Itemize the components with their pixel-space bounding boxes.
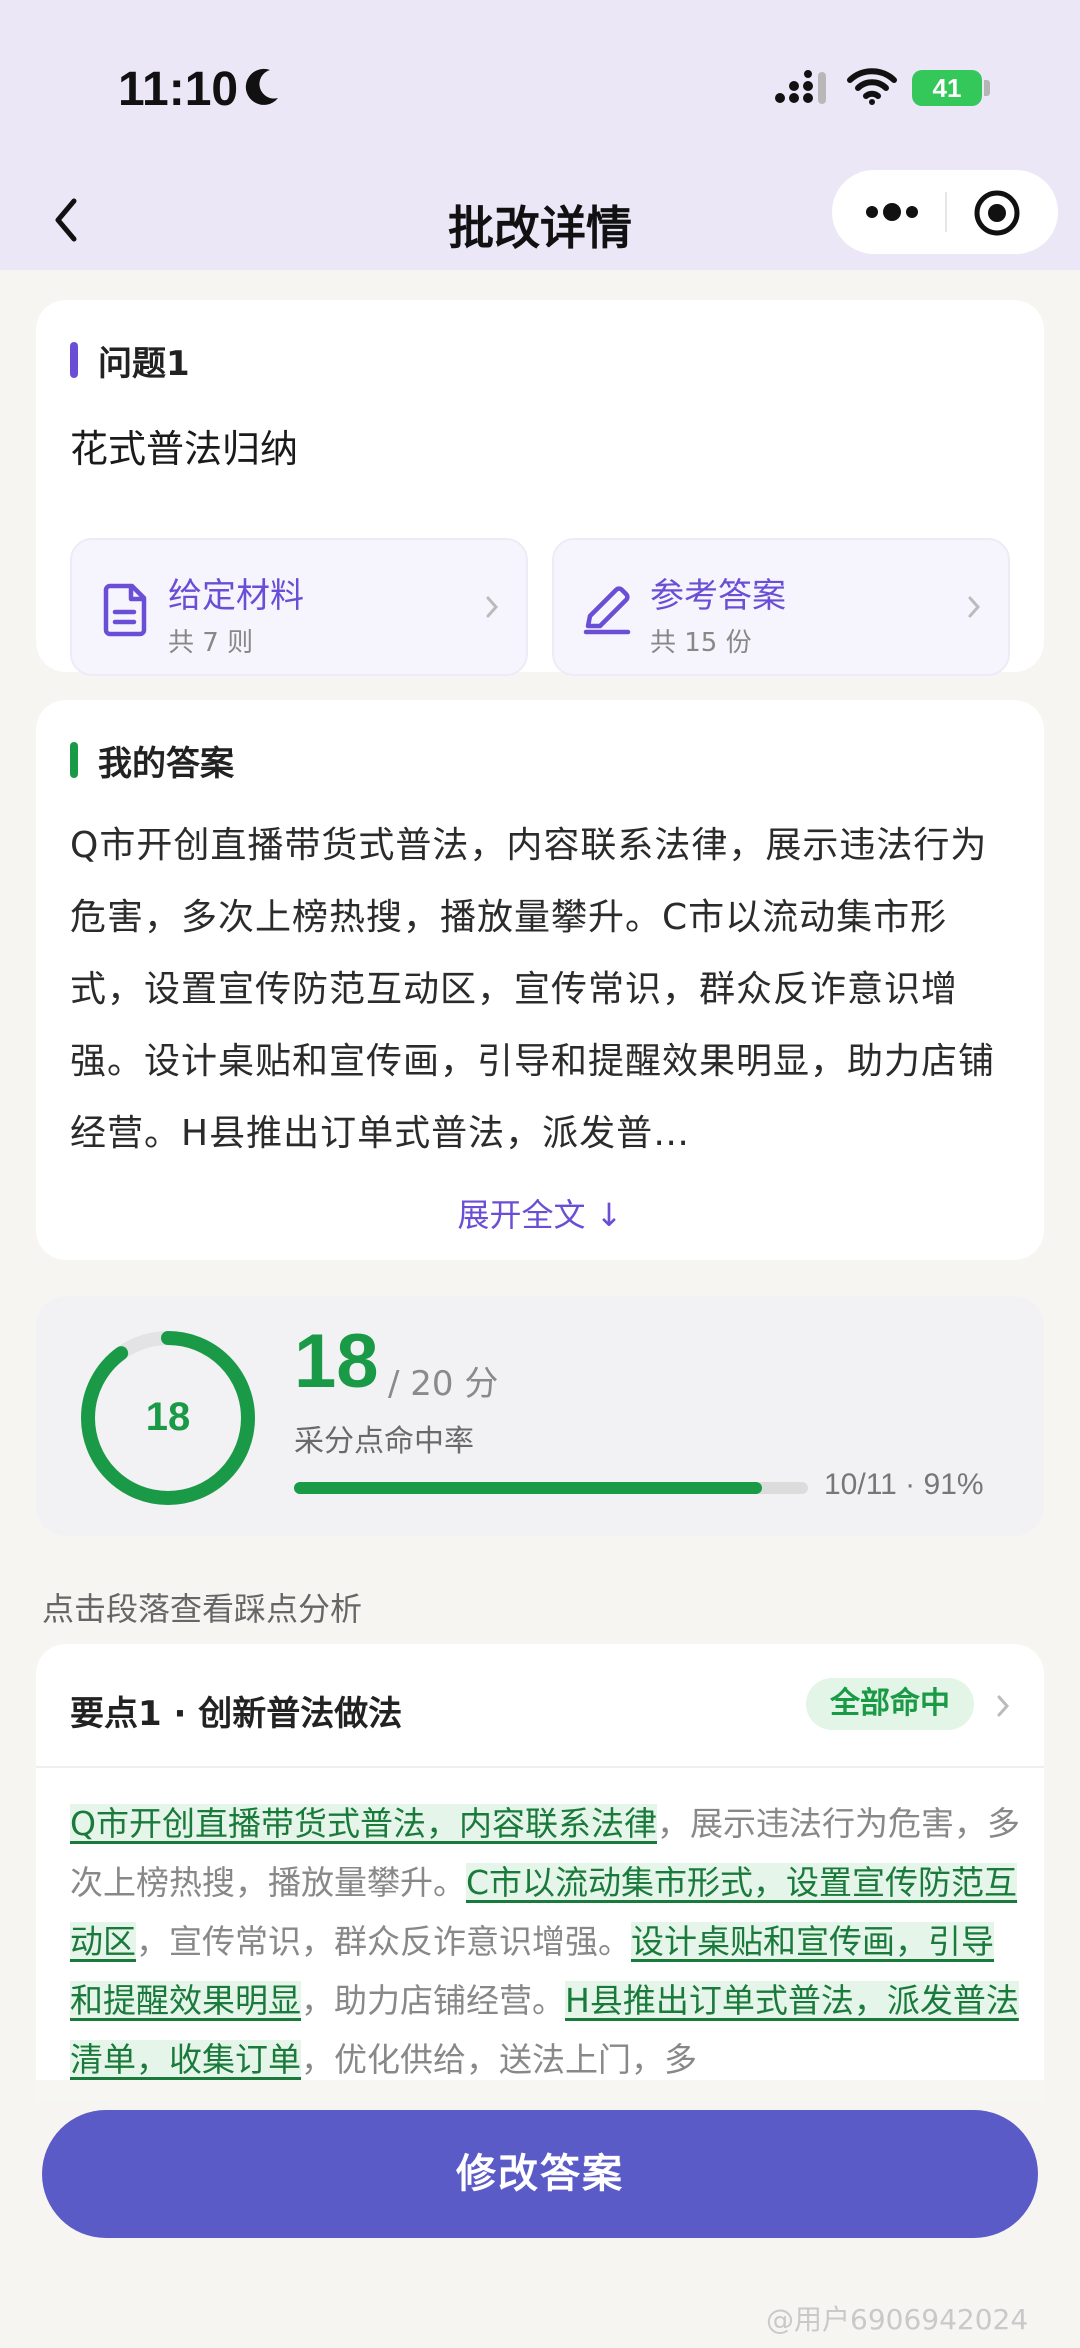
- materials-title: 给定材料: [168, 576, 304, 616]
- moon-icon: [245, 68, 278, 105]
- document-icon: [103, 583, 147, 637]
- accent-bar: [70, 742, 78, 778]
- hit-rate-progress-fill: [294, 1482, 762, 1494]
- question-text: 花式普法归纳: [70, 427, 299, 471]
- expand-full-text-link[interactable]: 展开全文 ↓: [36, 1190, 1044, 1236]
- divider: [36, 1766, 1044, 1768]
- question-header: 问题1: [70, 340, 190, 384]
- hit-segment: Q市开创直播带货式普法，内容联系法律: [70, 1804, 657, 1843]
- score-value: 18: [294, 1319, 379, 1404]
- question-card: 问题1 花式普法归纳 给定材料 共 7 则 参考答案 共 15 份: [36, 300, 1044, 676]
- text-segment: ，优化供给，送法上门，多: [301, 2040, 697, 2079]
- key-point-paragraph[interactable]: Q市开创直播带货式普法，内容联系法律，展示违法行为危害，多次上榜热搜，播放量攀升…: [70, 1794, 1020, 2089]
- score-total: / 20 分: [388, 1364, 499, 1404]
- reference-count: 共 15 份: [650, 628, 752, 658]
- my-answer-label: 我的答案: [98, 743, 234, 784]
- status-time: 11:10: [118, 63, 239, 116]
- accent-bar: [70, 342, 78, 378]
- hit-rate-text: 10/11 · 91%: [824, 1468, 984, 1501]
- text-segment: ，宣传常识，群众反诈意识增强。: [136, 1922, 631, 1961]
- text-segment: ，助力店铺经营。: [301, 1981, 565, 2020]
- chevron-right-icon: [997, 1695, 1010, 1717]
- capsule-divider: [945, 192, 947, 232]
- reference-answer-tile[interactable]: 参考答案 共 15 份: [552, 538, 1010, 676]
- reference-title: 参考答案: [650, 576, 786, 616]
- edit-answer-button[interactable]: 修改答案: [42, 2110, 1038, 2238]
- hit-rate-progress: [294, 1482, 808, 1494]
- materials-count: 共 7 则: [168, 628, 254, 658]
- battery-indicator: 41: [912, 70, 982, 106]
- key-point-title: 要点1 · 创新普法做法: [70, 1694, 403, 1734]
- pencil-icon: [583, 586, 631, 635]
- battery-level: 41: [932, 73, 962, 103]
- battery-tip: [984, 80, 990, 96]
- score-card: 18 18 / 20 分 采分点命中率 10/11 · 91%: [36, 1296, 1044, 1536]
- hit-rate-label: 采分点命中率: [294, 1424, 474, 1459]
- my-answer-text: Q市开创直播带货式普法，内容联系法律，展示违法行为危害，多次上榜热搜，播放量攀升…: [70, 825, 996, 1154]
- chevron-right-icon: [486, 596, 499, 618]
- watermark: @用户6906942024: [766, 2303, 1029, 2336]
- chevron-right-icon: [968, 596, 981, 618]
- score-ring: 18: [81, 1331, 255, 1505]
- question-label: 问题1: [98, 343, 190, 384]
- cellular-signal-icon: [775, 70, 826, 104]
- more-icon[interactable]: [860, 190, 924, 234]
- nav-bar: 批改详情: [0, 170, 1080, 270]
- wifi-icon: [847, 68, 897, 105]
- analysis-hint: 点击段落查看踩点分析: [42, 1590, 363, 1628]
- close-target-icon[interactable]: [972, 188, 1022, 238]
- bottom-action-bar: 修改答案 @用户6906942024: [0, 2080, 1080, 2348]
- mini-program-capsule: [832, 170, 1058, 254]
- status-badge: 全部命中: [806, 1678, 974, 1730]
- materials-tile[interactable]: 给定材料 共 7 则: [70, 538, 528, 676]
- my-answer-header: 我的答案: [70, 740, 234, 784]
- my-answer-card: 我的答案 Q市开创直播带货式普法，内容联系法律，展示违法行为危害，多次上榜热搜，…: [36, 700, 1044, 1260]
- ring-score-text: 18: [146, 1395, 191, 1439]
- status-bar: 11:10 41: [0, 0, 1080, 170]
